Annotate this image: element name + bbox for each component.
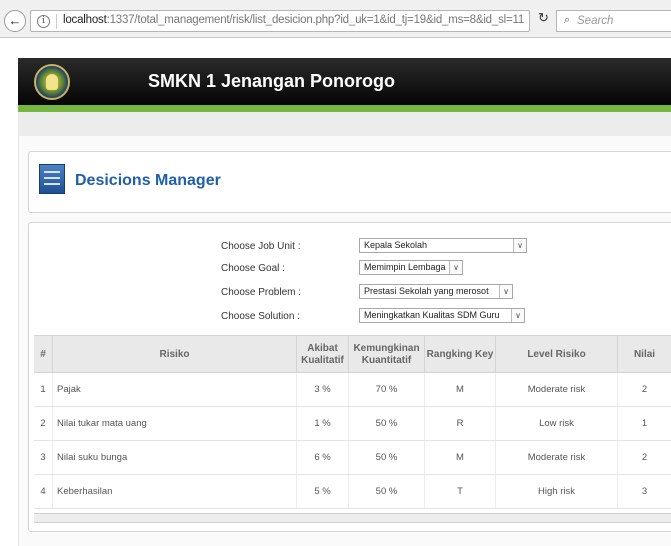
table-row: 2 Nilai tukar mata uang 1 % 50 % R Low r… — [34, 407, 671, 441]
cell-nilai: 2 — [617, 441, 671, 474]
cell-akibat: 6 % — [296, 441, 348, 474]
school-logo — [34, 64, 70, 100]
document-icon-line — [44, 183, 60, 185]
cell-rank: M — [424, 373, 495, 406]
cell-kemungkinan: 50 % — [348, 407, 424, 440]
page-title: Desicions Manager — [75, 172, 221, 189]
cell-kemungkinan: 70 % — [348, 373, 424, 406]
search-icon: ⌕ — [564, 14, 571, 26]
chevron-down-icon: ∨ — [511, 309, 524, 322]
cell-risk: Nilai tukar mata uang — [52, 407, 296, 440]
cell-akibat: 3 % — [296, 373, 348, 406]
url-bar[interactable]: i localhost:1337/total_management/risk/l… — [30, 10, 530, 32]
chevron-down-icon: ∨ — [449, 261, 462, 274]
url-separator — [56, 14, 57, 29]
browser-toolbar: ← i localhost:1337/total_management/risk… — [0, 0, 671, 38]
cell-risk: Keberhasilan — [52, 475, 296, 508]
job-unit-select[interactable]: Kepala Sekolah ∨ — [359, 238, 527, 253]
cell-level: Moderate risk — [495, 441, 617, 474]
logo-emblem — [46, 74, 58, 90]
solution-select[interactable]: Meningkatkan Kualitas SDM Guru ∨ — [359, 308, 525, 323]
search-placeholder: Search — [577, 15, 614, 27]
goal-label: Choose Goal : — [221, 263, 285, 274]
problem-value: Prestasi Sekolah yang merosot — [364, 286, 489, 296]
document-icon-line — [44, 177, 60, 179]
cell-level: High risk — [495, 475, 617, 508]
cell-level: Moderate risk — [495, 373, 617, 406]
cell-risk: Nilai suku bunga — [52, 441, 296, 474]
table-footer — [34, 513, 671, 523]
job-unit-value: Kepala Sekolah — [364, 240, 428, 250]
cell-rank: R — [424, 407, 495, 440]
risk-table-header: # Risiko Akibat Kualitatif Kemungkinan K… — [34, 335, 671, 373]
cell-nilai: 2 — [617, 373, 671, 406]
cell-num: 3 — [40, 452, 46, 463]
cell-nilai: 1 — [617, 407, 671, 440]
app-title: SMKN 1 Jenangan Ponorogo — [148, 71, 396, 91]
url-host: localhost — [63, 14, 107, 26]
table-row: 3 Nilai suku bunga 6 % 50 % M Moderate r… — [34, 441, 671, 475]
nav-band — [18, 112, 671, 136]
goal-select[interactable]: Memimpin Lembaga ∨ — [359, 260, 463, 275]
solution-label: Choose Solution : — [221, 311, 300, 322]
problem-label: Choose Problem : — [221, 287, 302, 298]
table-row: 1 Pajak 3 % 70 % M Moderate risk 2 — [34, 373, 671, 407]
col-level: Level Risiko — [495, 336, 617, 373]
col-nilai: Nilai — [617, 336, 671, 373]
col-akibat-line2: Kualitatif — [301, 354, 344, 366]
document-icon — [39, 164, 65, 194]
cell-num: 1 — [40, 384, 46, 395]
solution-value: Meningkatkan Kualitas SDM Guru — [364, 310, 500, 320]
col-kemungkinan-line1: Kemungkinan — [353, 342, 420, 354]
cell-nilai: 3 — [617, 475, 671, 508]
col-akibat-line1: Akibat — [307, 342, 338, 354]
app-header: SMKN 1 Jenangan Ponorogo — [18, 58, 671, 105]
cell-akibat: 5 % — [296, 475, 348, 508]
col-akibat: Akibat Kualitatif — [296, 336, 348, 373]
col-num: # — [40, 348, 46, 360]
page-title-panel: Desicions Manager — [28, 151, 671, 213]
chevron-down-icon: ∨ — [499, 285, 512, 298]
cell-kemungkinan: 50 % — [348, 441, 424, 474]
reload-icon[interactable]: ↻ — [538, 10, 556, 30]
problem-select[interactable]: Prestasi Sekolah yang merosot ∨ — [359, 284, 513, 299]
col-kemungkinan-line2: Kuantitatif — [361, 354, 412, 366]
header-accent-bar — [18, 105, 671, 112]
cell-level: Low risk — [495, 407, 617, 440]
cell-num: 4 — [40, 486, 46, 497]
job-unit-label: Choose Job Unit : — [221, 241, 301, 252]
goal-value: Memimpin Lembaga — [364, 262, 446, 272]
url-path: :1337/total_management/risk/list_desicio… — [106, 14, 525, 26]
chevron-down-icon: ∨ — [513, 239, 526, 252]
cell-rank: M — [424, 441, 495, 474]
cell-num: 2 — [40, 418, 46, 429]
url-text[interactable]: localhost:1337/total_management/risk/lis… — [63, 14, 524, 26]
col-risk: Risiko — [52, 336, 296, 373]
document-icon-line — [44, 171, 60, 173]
cell-risk: Pajak — [52, 373, 296, 406]
cell-akibat: 1 % — [296, 407, 348, 440]
back-arrow-icon[interactable]: ← — [4, 10, 26, 32]
info-icon[interactable]: i — [37, 15, 50, 28]
cell-kemungkinan: 50 % — [348, 475, 424, 508]
col-kemungkinan: Kemungkinan Kuantitatif — [348, 336, 424, 373]
cell-rank: T — [424, 475, 495, 508]
col-rank: Rangking Key — [424, 336, 495, 373]
search-input[interactable]: ⌕ Search — [556, 10, 671, 32]
table-row: 4 Keberhasilan 5 % 50 % T High risk 3 — [34, 475, 671, 509]
